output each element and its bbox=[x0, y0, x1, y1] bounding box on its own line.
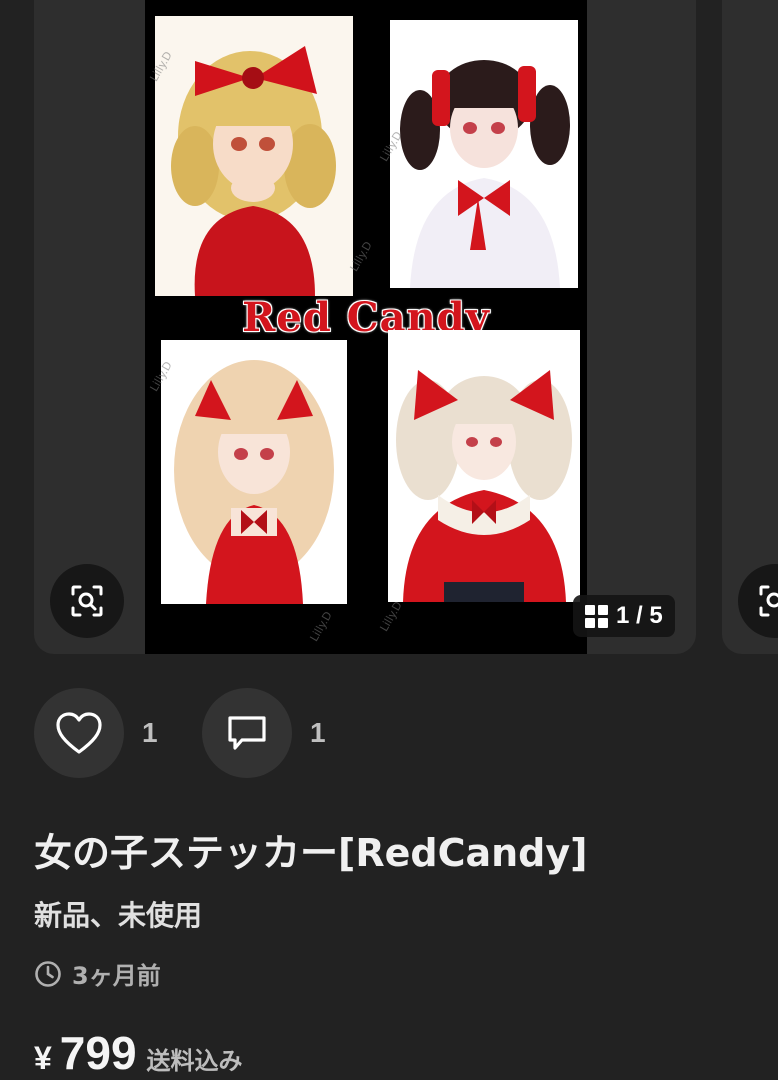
comment-icon bbox=[228, 716, 266, 750]
item-condition: 新品、未使用 bbox=[34, 899, 203, 932]
clock-icon bbox=[35, 960, 61, 987]
sticker-panel-white-curls bbox=[388, 330, 580, 602]
like-count: 1 bbox=[142, 717, 158, 748]
product-image[interactable]: Red Candy Lilly.D Lilly.D Lilly.D Lilly.… bbox=[145, 0, 587, 654]
watermark-text: Lilly.D bbox=[377, 599, 405, 634]
item-title: 女の子ステッカー[RedCandy] bbox=[34, 831, 588, 875]
sticker-panel-blonde bbox=[155, 16, 353, 296]
zoom-scan-icon bbox=[71, 585, 103, 617]
sticker-panel-pale-curls bbox=[161, 340, 347, 604]
posted-time: 3ヶ月前 bbox=[34, 956, 161, 991]
zoom-button[interactable] bbox=[50, 564, 124, 638]
sticker-panel-dark-hair bbox=[390, 20, 578, 288]
comment-count: 1 bbox=[310, 717, 326, 748]
price: ¥ 799 送料込み bbox=[34, 1026, 243, 1080]
image-carousel[interactable]: Red Candy Lilly.D Lilly.D Lilly.D Lilly.… bbox=[0, 0, 778, 660]
shipping-included-label: 送料込み bbox=[146, 1047, 243, 1075]
heart-icon bbox=[56, 712, 102, 754]
zoom-scan-icon bbox=[759, 585, 778, 617]
posted-time-text: 3ヶ月前 bbox=[72, 962, 161, 990]
action-row: 1 1 bbox=[34, 688, 370, 778]
carousel-slide-next[interactable] bbox=[722, 0, 778, 654]
image-counter[interactable]: 1 / 5 bbox=[573, 595, 675, 637]
image-counter-text: 1 / 5 bbox=[616, 602, 663, 629]
price-currency: ¥ bbox=[34, 1040, 52, 1076]
comment-button[interactable] bbox=[202, 688, 292, 778]
watermark-text: Lilly.D bbox=[307, 609, 335, 644]
grid-icon bbox=[585, 604, 608, 628]
price-value: 799 bbox=[59, 1027, 137, 1079]
like-button[interactable] bbox=[34, 688, 124, 778]
